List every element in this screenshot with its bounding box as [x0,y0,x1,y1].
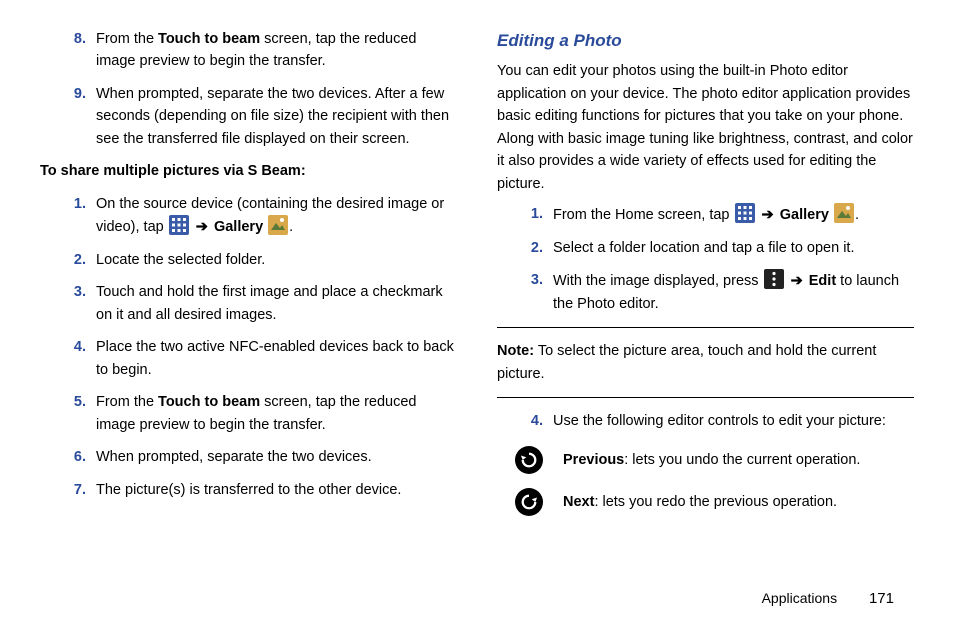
item-text: When prompted, separate the two devices. [96,446,457,468]
item-number: 7. [68,479,96,501]
item-text: From the Touch to beam screen, tap the r… [96,28,457,73]
item-number: 4. [68,336,96,381]
item-text: Locate the selected folder. [96,249,457,271]
left-column: 8.From the Touch to beam screen, tap the… [40,28,457,530]
item-number: 5. [68,391,96,436]
editor-control-row: Previous: lets you undo the current oper… [515,446,914,474]
item-number: 4. [525,410,553,432]
editor-control-text: Next: lets you redo the previous operati… [563,491,837,513]
apps-icon [169,215,189,235]
item-text: From the Home screen, tap ➔ Gallery . [553,203,914,226]
gallery-icon [834,203,854,223]
list-item: 6.When prompted, separate the two device… [68,446,457,468]
item-number: 9. [68,83,96,150]
list-item: 7.The picture(s) is transferred to the o… [68,479,457,501]
item-text: From the Touch to beam screen, tap the r… [96,391,457,436]
item-number: 2. [68,249,96,271]
item-text: When prompted, separate the two devices.… [96,83,457,150]
footer-section: Applications [762,590,838,606]
note-text: To select the picture area, touch and ho… [497,343,876,381]
list-item: 2.Select a folder location and tap a fil… [525,237,914,259]
note-block: Note: To select the picture area, touch … [497,340,914,385]
item-text: Select a folder location and tap a file … [553,237,914,259]
list-item: 1.From the Home screen, tap ➔ Gallery . [525,203,914,226]
intro-paragraph: You can edit your photos using the built… [497,60,914,195]
item-number: 8. [68,28,96,73]
item-number: 1. [525,203,553,226]
list-item: 4.Place the two active NFC-enabled devic… [68,336,457,381]
gallery-icon [268,215,288,235]
item-text: On the source device (containing the des… [96,193,457,239]
item-text: Touch and hold the first image and place… [96,281,457,326]
item-number: 6. [68,446,96,468]
item-number: 3. [68,281,96,326]
list-item: 2.Locate the selected folder. [68,249,457,271]
item-number: 2. [525,237,553,259]
subhead-sbeam: To share multiple pictures via S Beam: [40,160,457,182]
divider [497,327,914,328]
item-number: 3. [525,269,553,315]
page-footer: Applications 171 [762,587,894,610]
item-text: Use the following editor controls to edi… [553,410,914,432]
list-item: 1.On the source device (containing the d… [68,193,457,239]
list-item: 8.From the Touch to beam screen, tap the… [68,28,457,73]
list-item: 3.Touch and hold the first image and pla… [68,281,457,326]
undo-icon [515,446,543,474]
item-text: Place the two active NFC-enabled devices… [96,336,457,381]
divider [497,397,914,398]
menu-icon [764,269,784,289]
apps-icon [735,203,755,223]
item-text: The picture(s) is transferred to the oth… [96,479,457,501]
item-number: 1. [68,193,96,239]
section-title-editing: Editing a Photo [497,28,914,54]
footer-page-number: 171 [869,590,894,607]
redo-icon [515,488,543,516]
item-text: With the image displayed, press ➔ Edit t… [553,269,914,315]
right-column: Editing a Photo You can edit your photos… [497,28,914,530]
list-item: 9.When prompted, separate the two device… [68,83,457,150]
list-item: 3.With the image displayed, press ➔ Edit… [525,269,914,315]
list-item: 5.From the Touch to beam screen, tap the… [68,391,457,436]
editor-control-row: Next: lets you redo the previous operati… [515,488,914,516]
note-label: Note: [497,343,534,359]
list-item: 4.Use the following editor controls to e… [525,410,914,432]
editor-control-text: Previous: lets you undo the current oper… [563,449,860,471]
